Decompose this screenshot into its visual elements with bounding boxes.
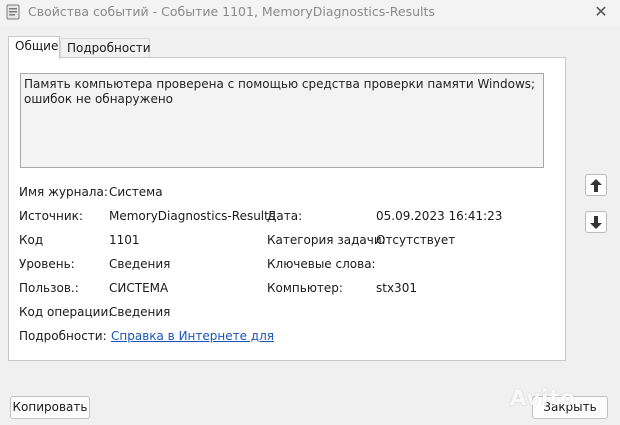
close-icon[interactable]: ✕ xyxy=(590,2,612,24)
logged-value: 05.09.2023 16:41:23 xyxy=(376,209,503,223)
computer-value: stx301 xyxy=(376,281,417,295)
logged-label: Дата: xyxy=(267,209,303,223)
window-title: Свойства событий - Событие 1101, MemoryD… xyxy=(28,4,435,19)
general-panel: Память компьютера проверена с помощью ср… xyxy=(8,57,566,361)
event-id-value: 1101 xyxy=(109,233,140,247)
copy-button[interactable]: Копировать xyxy=(10,396,90,419)
user-value: СИСТЕМА xyxy=(109,281,169,295)
event-id-label: Код xyxy=(19,233,44,247)
source-value: MemoryDiagnostics-Results xyxy=(109,209,276,223)
source-label: Источник: xyxy=(19,209,83,223)
task-category-label: Категория задачи: xyxy=(267,233,386,247)
avito-watermark: Avito xyxy=(510,386,576,410)
arrow-up-icon xyxy=(590,178,602,192)
level-label: Уровень: xyxy=(19,257,75,271)
next-event-button[interactable] xyxy=(585,211,607,233)
arrow-down-icon xyxy=(590,215,602,229)
log-name-label: Имя журнала: xyxy=(19,185,108,199)
event-description[interactable]: Память компьютера проверена с помощью ср… xyxy=(20,73,544,168)
opcode-value: Сведения xyxy=(109,305,171,319)
tab-details[interactable]: Подробности xyxy=(60,38,151,58)
online-help-link[interactable]: Справка в Интернете для xyxy=(111,329,274,343)
keywords-label: Ключевые слова: xyxy=(267,257,376,271)
previous-event-button[interactable] xyxy=(585,174,607,196)
log-name-value: Система xyxy=(109,185,163,199)
tab-general[interactable]: Общие xyxy=(8,36,60,59)
computer-label: Компьютер: xyxy=(267,281,343,295)
more-info-label: Подробности: xyxy=(19,329,107,343)
task-category-value: Отсутствует xyxy=(376,233,456,247)
event-viewer-icon xyxy=(6,4,20,20)
level-value: Сведения xyxy=(109,257,171,271)
user-label: Пользов.: xyxy=(19,281,79,295)
opcode-label: Код операции: xyxy=(19,305,113,319)
title-bar: Свойства событий - Событие 1101, MemoryD… xyxy=(0,0,620,26)
